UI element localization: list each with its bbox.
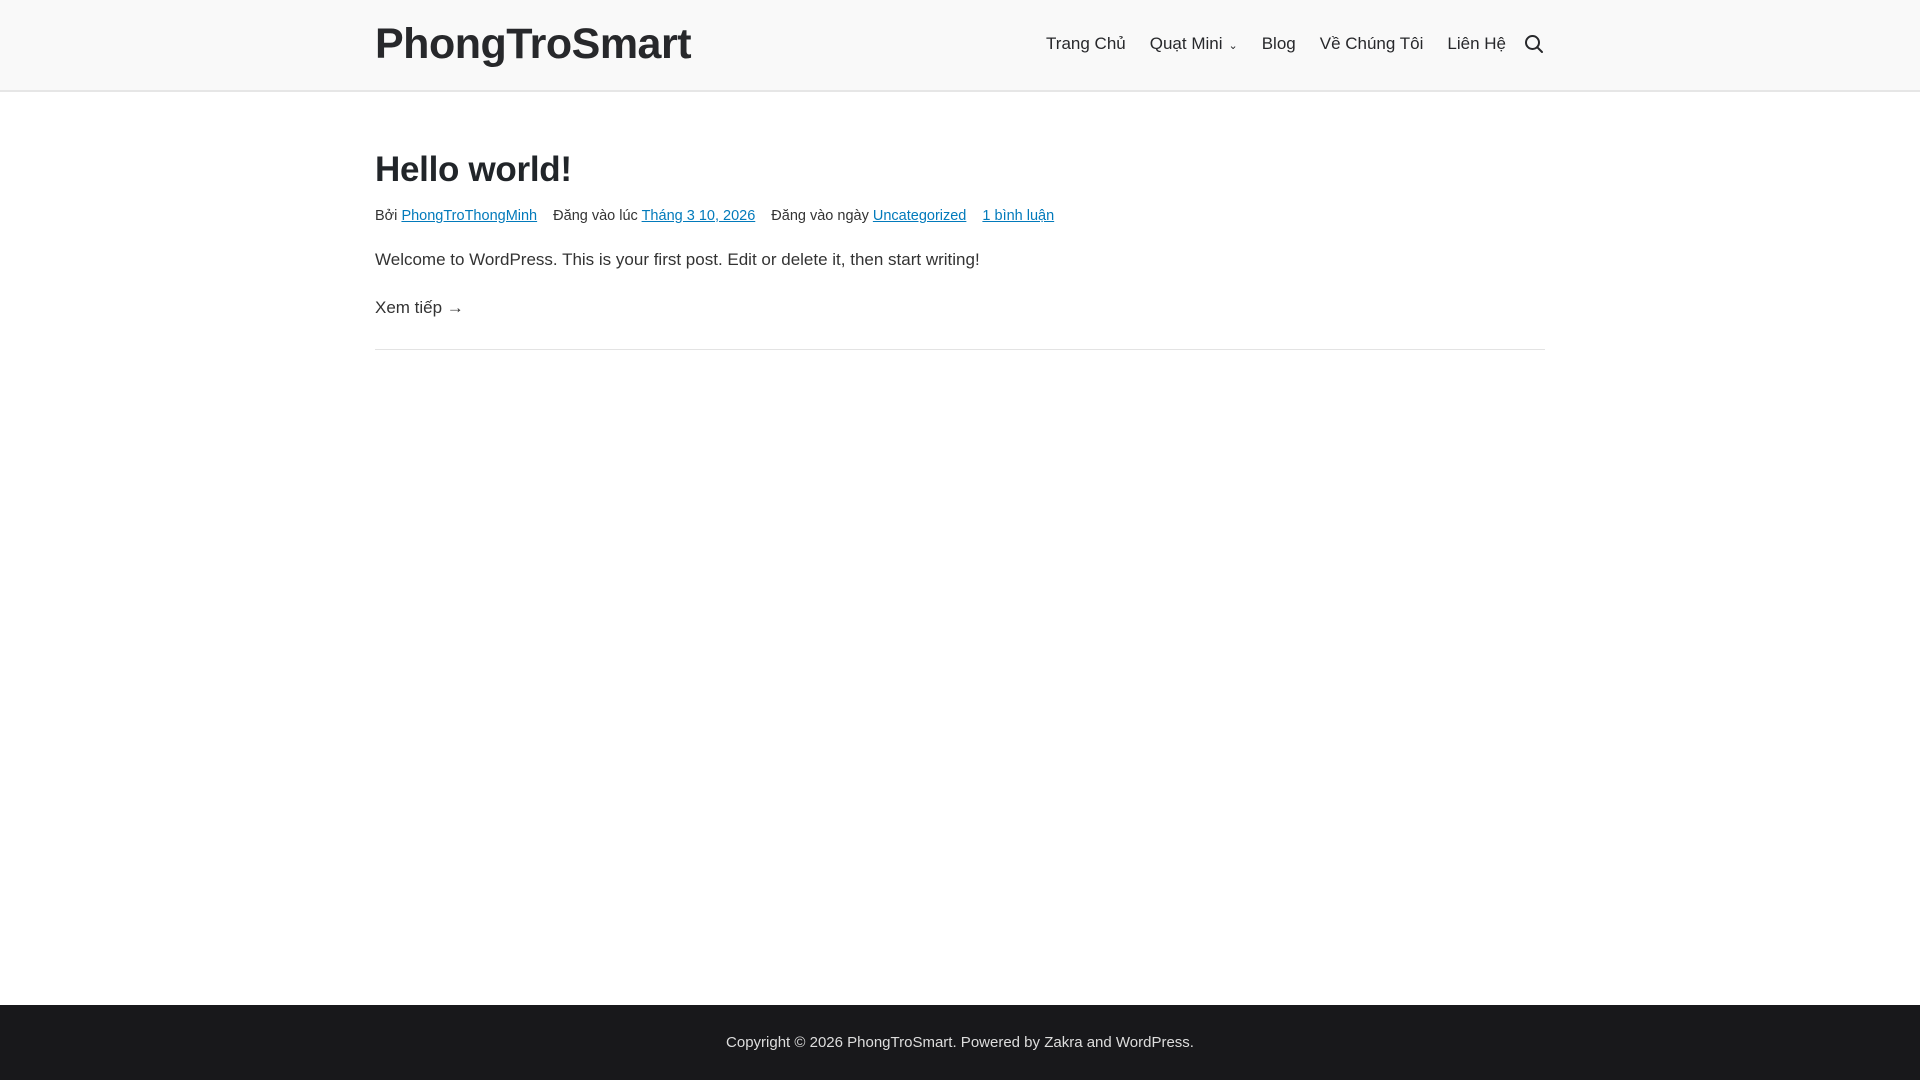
post-meta: Bởi PhongTroThongMinh Đăng vào lúc Tháng…	[375, 208, 1545, 224]
posted-in-label: Đăng vào ngày	[771, 208, 869, 224]
post-excerpt: Welcome to WordPress. This is your first…	[375, 250, 980, 269]
footer-copyright: Copyright © 2026 PhongTroSmart. Powered …	[726, 1034, 1194, 1051]
post-title[interactable]: Hello world!	[375, 150, 1545, 190]
nav-lien-he[interactable]: Liên Hệ	[1447, 34, 1506, 54]
nav-blog[interactable]: Blog	[1262, 34, 1296, 54]
chevron-down-icon: ⌄	[1228, 40, 1238, 52]
post-divider	[375, 349, 1545, 350]
search-icon[interactable]	[1524, 34, 1544, 54]
nav-quat-mini[interactable]: Quạt Mini ⌄	[1150, 34, 1238, 54]
posted-at-label: Đăng vào lúc	[553, 208, 638, 224]
comments-link[interactable]: 1 bình luận	[982, 208, 1054, 224]
read-more-link[interactable]: Xem tiếp →	[375, 298, 464, 318]
by-label: Bởi	[375, 208, 398, 224]
author-link[interactable]: PhongTroThongMinh	[401, 208, 537, 224]
site-footer: Copyright © 2026 PhongTroSmart. Powered …	[0, 1005, 1920, 1080]
nav-trang-chu[interactable]: Trang Chủ	[1046, 34, 1126, 54]
date-link[interactable]: Tháng 3 10, 2026	[642, 208, 756, 224]
site-header: PhongTroSmart Trang Chủ Quạt Mini ⌄ Blog …	[0, 0, 1920, 92]
nav-quat-mini-label: Quạt Mini	[1149, 34, 1223, 53]
main-nav: Trang Chủ Quạt Mini ⌄ Blog Về Chúng Tôi L…	[1022, 34, 1544, 54]
site-title[interactable]: PhongTroSmart	[375, 20, 692, 69]
post: Hello world! Bởi PhongTroThongMinh Đăng …	[375, 150, 1545, 350]
category-link[interactable]: Uncategorized	[873, 208, 967, 224]
nav-ve-chung-toi[interactable]: Về Chúng Tôi	[1320, 34, 1424, 54]
